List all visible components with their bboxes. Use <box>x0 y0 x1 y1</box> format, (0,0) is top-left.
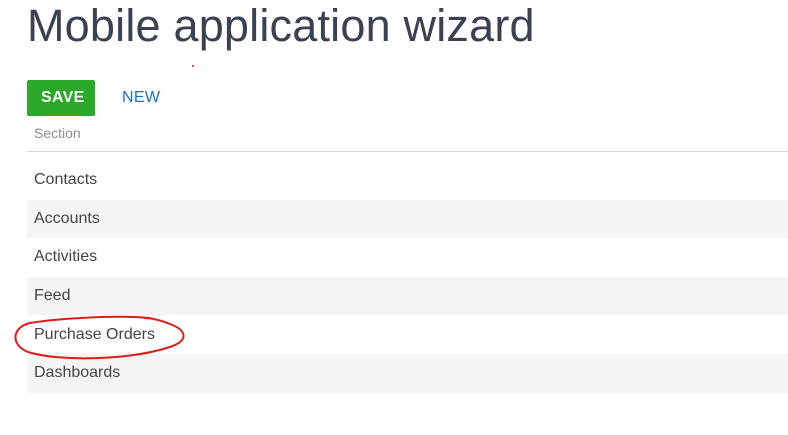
section-row-label: Activities <box>34 248 98 266</box>
section-row-contacts[interactable]: Contacts <box>27 161 788 200</box>
grid-header: Section <box>27 120 788 152</box>
section-row-dashboards[interactable]: Dashboards <box>27 353 788 393</box>
section-row-activities[interactable]: Activities <box>27 238 788 277</box>
page-title: Mobile application wizard <box>27 0 535 51</box>
column-header-section[interactable]: Section <box>27 125 81 141</box>
section-row-label: Contacts <box>34 171 98 189</box>
grid-rows: Contacts Accounts Activities Feed Purcha… <box>27 161 788 393</box>
toolbar: SAVE NEW <box>27 80 169 116</box>
section-row-label: Dashboards <box>34 364 121 382</box>
new-button[interactable]: NEW <box>113 80 169 116</box>
save-button[interactable]: SAVE <box>27 80 95 116</box>
annotation-dot <box>192 65 194 67</box>
sections-grid: Section Contacts Accounts Activities Fee… <box>27 120 788 393</box>
section-row-label: Accounts <box>34 209 100 227</box>
section-row-label: Feed <box>34 287 71 305</box>
section-row-label: Purchase Orders <box>34 325 155 343</box>
section-row-accounts[interactable]: Accounts <box>27 199 788 239</box>
section-row-purchase-orders[interactable]: Purchase Orders <box>27 315 788 354</box>
section-row-feed[interactable]: Feed <box>27 276 788 316</box>
